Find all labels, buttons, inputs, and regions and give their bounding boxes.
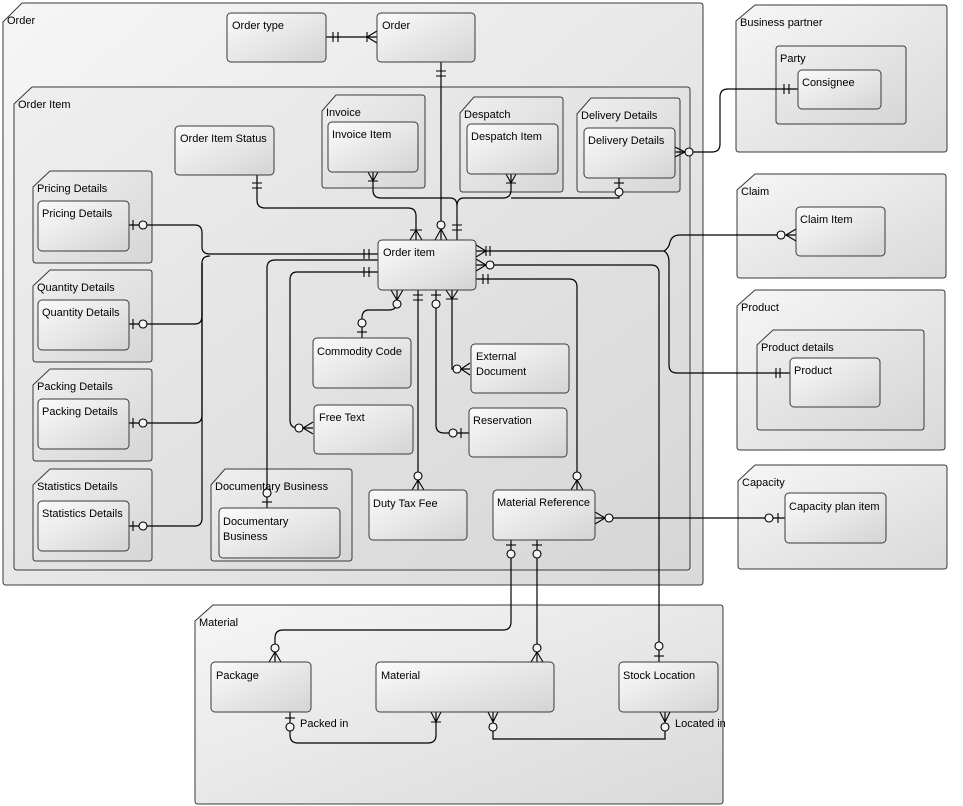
- entity-label: Document: [476, 366, 526, 378]
- package-label: Invoice: [326, 107, 361, 119]
- package-label: Pricing Details: [37, 183, 108, 195]
- entity-label: Pricing Details: [42, 208, 113, 220]
- entity-stock-location[interactable]: Stock Location: [618, 661, 719, 713]
- package-label: Quantity Details: [37, 282, 115, 294]
- entity-product[interactable]: Product: [789, 357, 881, 408]
- entity-external-document[interactable]: External Document: [470, 343, 570, 394]
- entity-label: Reservation: [473, 415, 532, 427]
- entity-statistics-details[interactable]: Statistics Details: [37, 500, 130, 552]
- entity-free-text[interactable]: Free Text: [313, 404, 414, 455]
- package-label: Packing Details: [37, 381, 113, 393]
- entity-label: Stock Location: [623, 670, 695, 682]
- package-label: Product details: [761, 342, 834, 354]
- entity-label: Claim Item: [800, 214, 853, 226]
- entity-commodity-code[interactable]: Commodity Code: [312, 337, 412, 389]
- package-label: Statistics Details: [37, 481, 118, 493]
- entity-pricing-details[interactable]: Pricing Details: [37, 200, 130, 252]
- entity-label: Free Text: [319, 412, 365, 424]
- er-diagram-canvas: Order Order Item Invoice Despatch Delive…: [2, 2, 948, 805]
- package-label: Product: [741, 302, 779, 314]
- entity-label: Packing Details: [42, 406, 118, 418]
- entity-label: Despatch Item: [471, 131, 542, 143]
- entity-label: Documentary: [223, 516, 289, 528]
- entity-material-reference[interactable]: Material Reference: [492, 489, 596, 541]
- package-label: Material: [199, 617, 238, 629]
- entity-label: Order type: [232, 20, 284, 32]
- entity-label: Order Item Status: [180, 133, 267, 145]
- entity-duty-tax-fee[interactable]: Duty Tax Fee: [368, 489, 468, 541]
- package-label: Capacity: [742, 477, 785, 489]
- entity-label: Quantity Details: [42, 307, 120, 319]
- entity-material[interactable]: Material: [375, 661, 555, 713]
- entity-order-item[interactable]: Order item: [377, 239, 477, 291]
- package-label: Claim: [741, 186, 769, 198]
- package-label: Order Item: [18, 99, 71, 111]
- package-label: Despatch: [464, 109, 510, 121]
- package-label: Documentary Business: [215, 481, 329, 493]
- entity-package[interactable]: Package: [210, 661, 312, 713]
- entity-label: Duty Tax Fee: [373, 498, 438, 510]
- entity-consignee[interactable]: Consignee: [797, 69, 882, 110]
- entity-label: Statistics Details: [42, 508, 123, 520]
- entity-label: Invoice Item: [332, 129, 391, 141]
- entity-label: Business: [223, 531, 268, 543]
- entity-label: Capacity plan item: [789, 501, 880, 513]
- entity-order-item-status[interactable]: Order Item Status: [174, 125, 275, 176]
- entity-label: Delivery Details: [588, 135, 665, 147]
- entity-label: Commodity Code: [317, 346, 402, 358]
- entity-label: Material: [381, 670, 420, 682]
- entity-delivery-details[interactable]: Delivery Details: [583, 127, 676, 179]
- entity-claim-item[interactable]: Claim Item: [795, 206, 886, 257]
- entity-label: Package: [216, 670, 259, 682]
- entity-label: Product: [794, 365, 832, 377]
- entity-documentary-business[interactable]: Documentary Business: [218, 507, 341, 559]
- package-label: Business partner: [740, 17, 823, 29]
- entity-label: Order: [382, 20, 410, 32]
- entity-invoice-item[interactable]: Invoice Item: [327, 121, 419, 173]
- entity-order-type[interactable]: Order type: [226, 12, 327, 63]
- entity-packing-details[interactable]: Packing Details: [37, 398, 130, 450]
- entity-label: Consignee: [802, 77, 855, 89]
- entity-capacity-plan-item[interactable]: Capacity plan item: [784, 492, 887, 544]
- package-label: Order: [7, 15, 35, 27]
- entity-label: Material Reference: [497, 497, 590, 509]
- entity-despatch-item[interactable]: Despatch Item: [466, 123, 559, 175]
- entity-quantity-details[interactable]: Quantity Details: [37, 299, 130, 351]
- relationship-label-located-in: Located in: [675, 718, 726, 730]
- entity-reservation[interactable]: Reservation: [468, 407, 568, 458]
- entity-order[interactable]: Order: [376, 12, 476, 63]
- entity-label: External: [476, 351, 516, 363]
- relationship-label-packed-in: Packed in: [300, 718, 348, 730]
- entity-label: Order item: [383, 247, 435, 259]
- package-label: Party: [780, 53, 806, 65]
- package-label: Delivery Details: [581, 110, 658, 122]
